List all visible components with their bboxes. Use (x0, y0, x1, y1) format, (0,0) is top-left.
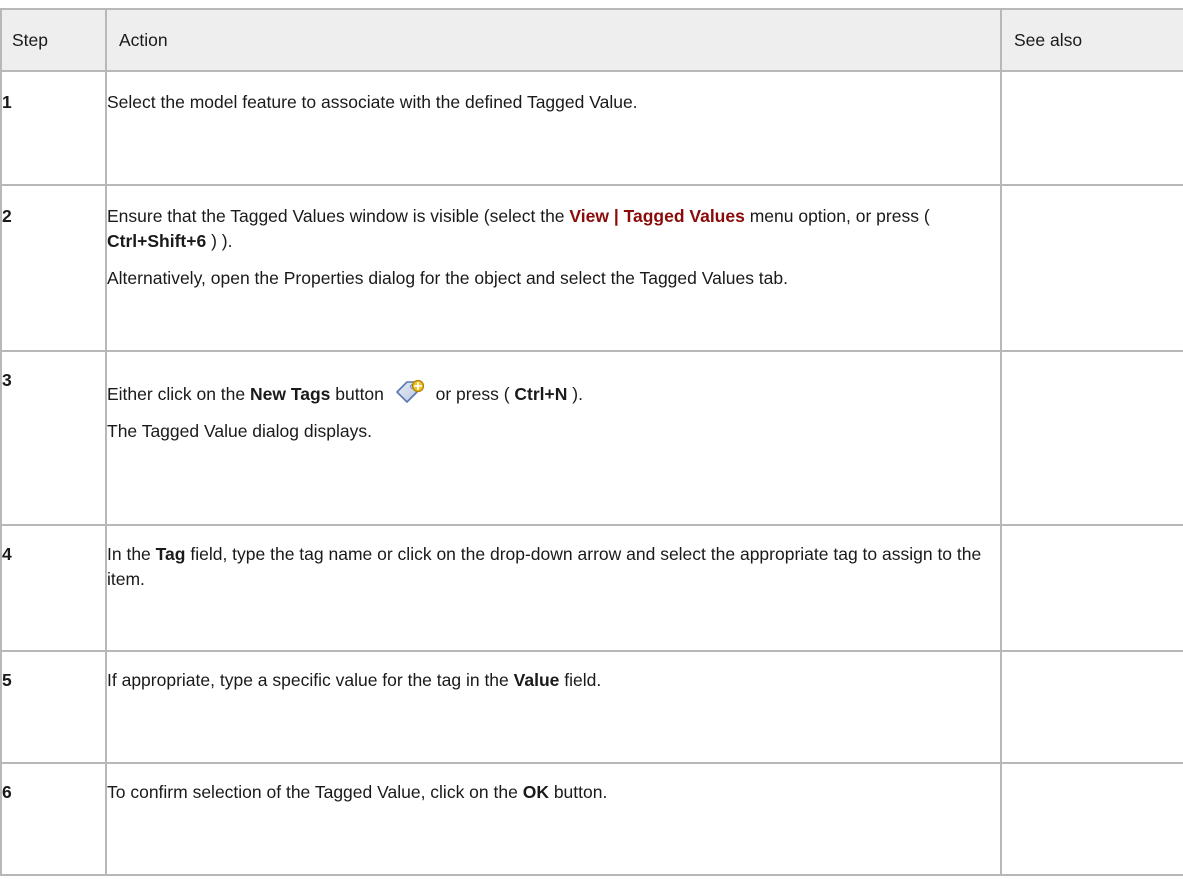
action-text: To confirm selection of the Tagged Value… (107, 782, 523, 802)
header-step: Step (0, 8, 107, 72)
step-number: 1 (0, 70, 107, 186)
action-paragraph: The Tagged Value dialog displays. (107, 421, 372, 441)
see-also-cell (1000, 762, 1183, 876)
table-row: 6 To confirm selection of the Tagged Val… (0, 762, 1183, 876)
action-text: If appropriate, type a specific value fo… (107, 670, 514, 690)
steps-table: Step Action See also 1 Select the model … (0, 8, 1183, 876)
keyboard-shortcut: Ctrl+Shift+6 (107, 231, 207, 251)
field-name: Tag (155, 544, 186, 564)
table-row: 2 Ensure that the Tagged Values window i… (0, 184, 1183, 352)
header-see-also: See also (1000, 8, 1183, 72)
step-number: 5 (0, 650, 107, 764)
button-name: OK (522, 782, 549, 802)
action-text: ) ). (206, 231, 233, 251)
action-text: Either click on the (107, 384, 250, 404)
step-number: 4 (0, 524, 107, 652)
step-action: Ensure that the Tagged Values window is … (105, 184, 1002, 352)
action-paragraph: Ensure that the Tagged Values window is … (107, 204, 1000, 254)
table-row: 5 If appropriate, type a specific value … (0, 650, 1183, 764)
see-also-cell (1000, 524, 1183, 652)
table-row: 1 Select the model feature to associate … (0, 70, 1183, 186)
action-text: field, type the tag name or click on the… (107, 544, 982, 589)
see-also-cell (1000, 350, 1183, 526)
step-number: 3 (0, 350, 107, 526)
step-action: To confirm selection of the Tagged Value… (105, 762, 1002, 876)
table-row: 4 In the Tag field, type the tag name or… (0, 524, 1183, 652)
action-text: ). (567, 384, 583, 404)
step-number: 6 (0, 762, 107, 876)
table-row: 3 Either click on the New Tags button or… (0, 350, 1183, 526)
action-text: Ensure that the Tagged Values window is … (107, 206, 570, 226)
header-action: Action (105, 8, 1002, 72)
action-text: Select the model feature to associate wi… (107, 92, 638, 112)
see-also-cell (1000, 184, 1183, 352)
new-tags-icon (395, 379, 424, 403)
step-action: If appropriate, type a specific value fo… (105, 650, 1002, 764)
step-number: 2 (0, 184, 107, 352)
action-text: button (330, 384, 389, 404)
button-name: New Tags (249, 384, 331, 404)
action-text: menu option, or press ( (744, 206, 930, 226)
action-text: or press ( (430, 384, 515, 404)
action-paragraph: Alternatively, open the Properties dialo… (107, 268, 788, 288)
action-text: In the (107, 544, 156, 564)
step-action: In the Tag field, type the tag name or c… (105, 524, 1002, 652)
see-also-cell (1000, 70, 1183, 186)
see-also-cell (1000, 650, 1183, 764)
field-name: Value (513, 670, 560, 690)
action-text: button. (548, 782, 608, 802)
action-text: field. (559, 670, 602, 690)
step-action: Select the model feature to associate wi… (105, 70, 1002, 186)
step-action: Either click on the New Tags button or p… (105, 350, 1002, 526)
table-header-row: Step Action See also (0, 8, 1183, 72)
action-paragraph: Either click on the New Tags button or p… (107, 378, 1000, 407)
menu-path-link[interactable]: View | Tagged Values (569, 206, 744, 226)
keyboard-shortcut: Ctrl+N (514, 384, 568, 404)
